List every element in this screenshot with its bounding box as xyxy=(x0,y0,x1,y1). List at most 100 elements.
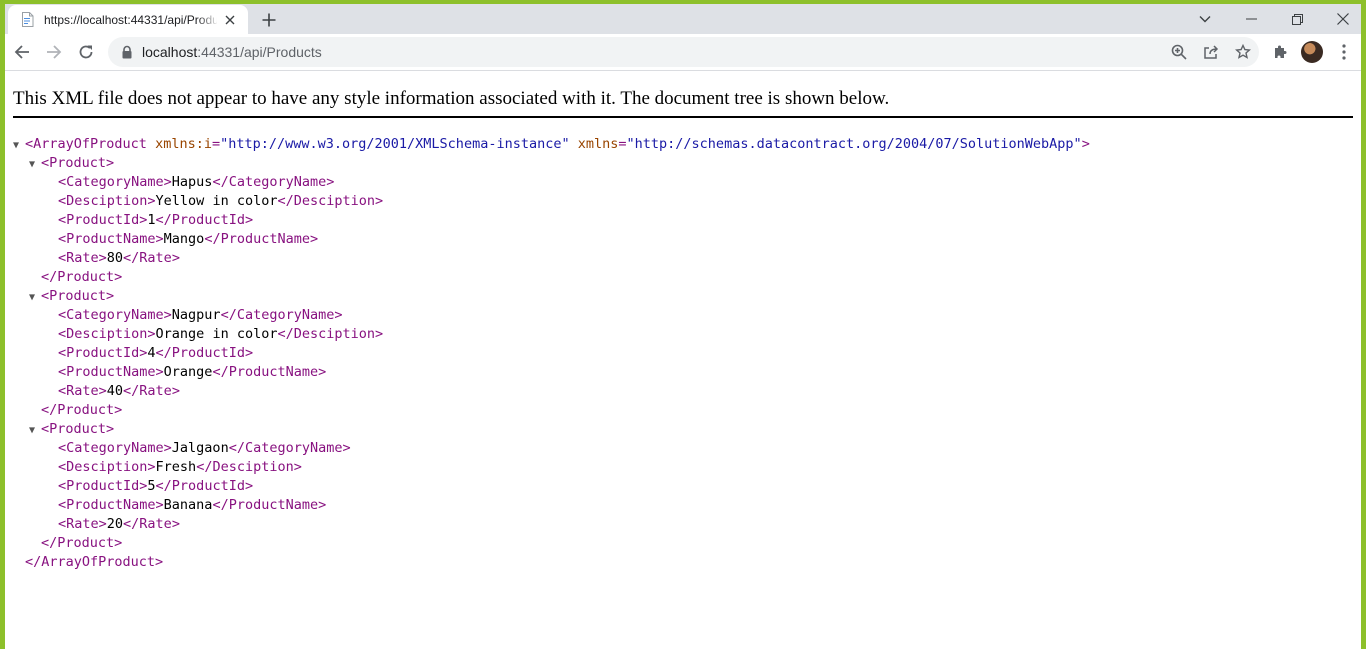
xml-field-open-tag: <Rate> xyxy=(58,516,107,532)
xml-field-line: <ProductId>4</ProductId> xyxy=(13,344,1353,363)
browser-toolbar: localhost:44331/api/Products xyxy=(5,34,1361,71)
lock-icon[interactable] xyxy=(120,45,134,59)
address-url[interactable]: localhost:44331/api/Products xyxy=(142,43,322,61)
collapse-triangle-icon[interactable]: ▼ xyxy=(13,136,25,155)
xml-field-line: <Desciption>Orange in color</Desciption> xyxy=(13,325,1353,344)
tab-strip: https://localhost:44331/api/Products xyxy=(5,4,1361,34)
xml-field-open-tag: <ProductId> xyxy=(58,478,148,494)
xml-field-close-tag: </ProductName> xyxy=(204,231,319,247)
xml-field-open-tag: <Desciption> xyxy=(58,193,156,209)
info-divider xyxy=(13,116,1353,118)
tab-title: https://localhost:44331/api/Products xyxy=(44,13,217,27)
xml-field-close-tag: </Rate> xyxy=(123,383,180,399)
page-content: This XML file does not appear to have an… xyxy=(5,71,1361,649)
collapse-triangle-icon[interactable]: ▼ xyxy=(29,421,41,440)
url-path: /api/Products xyxy=(240,44,322,60)
close-window-icon[interactable] xyxy=(1320,4,1361,34)
xml-field-value: 20 xyxy=(106,516,124,532)
xml-field-close-tag: </CategoryName> xyxy=(220,307,343,323)
xml-field-open-tag: <CategoryName> xyxy=(58,307,172,323)
extensions-puzzle-icon[interactable] xyxy=(1266,38,1294,66)
xml-product-open-line: ▼ <Product> xyxy=(13,287,1353,306)
xml-field-open-tag: <CategoryName> xyxy=(58,174,172,190)
zoom-icon[interactable] xyxy=(1168,41,1190,63)
xml-field-line: <ProductName>Mango</ProductName> xyxy=(13,230,1353,249)
xml-root-close-tag: </ArrayOfProduct> xyxy=(25,554,164,570)
xml-field-value: 80 xyxy=(106,250,124,266)
xml-field-line: <ProductName>Orange</ProductName> xyxy=(13,363,1353,382)
xml-product-close-line: </Product> xyxy=(13,401,1353,420)
xml-product-open-tag: <Product> xyxy=(41,421,115,437)
xml-field-line: <ProductId>1</ProductId> xyxy=(13,211,1353,230)
menu-kebab-icon[interactable] xyxy=(1330,38,1358,66)
xml-field-value: 4 xyxy=(147,345,156,361)
xml-field-value: 5 xyxy=(147,478,156,494)
xml-product-close-line: </Product> xyxy=(13,534,1353,553)
xml-field-value: Nagpur xyxy=(171,307,221,323)
tab-active[interactable]: https://localhost:44331/api/Products xyxy=(8,5,248,34)
collapse-triangle-icon[interactable]: ▼ xyxy=(29,155,41,174)
xml-field-value: Mango xyxy=(163,231,205,247)
xml-field-open-tag: <ProductName> xyxy=(58,497,164,513)
reload-icon[interactable] xyxy=(72,38,100,66)
xml-field-close-tag: </ProductId> xyxy=(155,212,254,228)
xml-attr-name: xmlns:i xyxy=(155,136,212,152)
xml-field-line: <ProductId>5</ProductId> xyxy=(13,477,1353,496)
xml-tree: ▼ <ArrayOfProduct xmlns:i="http://www.w3.… xyxy=(13,135,1353,572)
xml-field-close-tag: </Desciption> xyxy=(277,326,384,342)
xml-field-open-tag: <Rate> xyxy=(58,250,107,266)
back-arrow-icon[interactable] xyxy=(8,38,36,66)
product-list: ▼ <Product> <CategoryName>Hapus</CategoryN… xyxy=(13,154,1353,553)
xml-product-open-tag: <Product> xyxy=(41,155,115,171)
xml-field-value: Fresh xyxy=(155,459,197,475)
xml-product-open-tag: <Product> xyxy=(41,288,115,304)
xml-field-open-tag: <Rate> xyxy=(58,383,107,399)
xml-product-close-tag: </Product> xyxy=(41,269,123,285)
close-tab-icon[interactable] xyxy=(222,12,238,28)
url-port: :44331 xyxy=(197,44,241,60)
tab-search-chevron-down-icon[interactable] xyxy=(1182,4,1228,34)
xml-product-open-line: ▼ <Product> xyxy=(13,420,1353,439)
xml-product-open-line: ▼ <Product> xyxy=(13,154,1353,173)
xml-field-close-tag: </Desciption> xyxy=(196,459,302,475)
bookmark-star-icon[interactable] xyxy=(1232,41,1254,63)
xml-product-close-line: </Product> xyxy=(13,268,1353,287)
forward-arrow-icon[interactable] xyxy=(40,38,68,66)
xml-attr-value: "http://schemas.datacontract.org/2004/07… xyxy=(626,136,1082,152)
xml-product-close-tag: </Product> xyxy=(41,402,123,418)
xml-attr-equals: = xyxy=(618,136,627,152)
xml-field-close-tag: </Rate> xyxy=(123,516,180,532)
share-icon[interactable] xyxy=(1200,41,1222,63)
xml-field-line: <Desciption>Fresh</Desciption> xyxy=(13,458,1353,477)
xml-field-line: <CategoryName>Nagpur</CategoryName> xyxy=(13,306,1353,325)
xml-field-open-tag: <ProductName> xyxy=(58,231,164,247)
xml-field-close-tag: </CategoryName> xyxy=(212,174,335,190)
profile-avatar[interactable] xyxy=(1301,41,1323,63)
xml-field-value: 40 xyxy=(106,383,124,399)
xml-field-close-tag: </ProductId> xyxy=(155,478,254,494)
xml-field-open-tag: <ProductId> xyxy=(58,212,148,228)
url-host: localhost xyxy=(142,44,198,60)
minimize-icon[interactable] xyxy=(1228,4,1274,34)
xml-field-open-tag: <CategoryName> xyxy=(58,440,172,456)
xml-field-value: Orange in color xyxy=(155,326,278,342)
new-tab-icon[interactable] xyxy=(257,8,281,32)
address-bar[interactable]: localhost:44331/api/Products xyxy=(108,37,1259,67)
collapse-triangle-icon[interactable]: ▼ xyxy=(29,288,41,307)
restore-icon[interactable] xyxy=(1274,4,1320,34)
xml-field-close-tag: </CategoryName> xyxy=(228,440,351,456)
document-icon xyxy=(21,12,34,27)
browser-window: https://localhost:44331/api/Products loc… xyxy=(5,4,1361,649)
xml-attr-equals: = xyxy=(211,136,221,152)
xml-field-close-tag: </Desciption> xyxy=(277,193,384,209)
xml-field-value: Yellow in color xyxy=(155,193,278,209)
xml-root-tag: <ArrayOfProduct xyxy=(25,136,147,152)
tab-title-fade xyxy=(197,9,219,31)
xml-field-open-tag: <Desciption> xyxy=(58,326,156,342)
xml-field-open-tag: <ProductName> xyxy=(58,364,164,380)
xml-field-line: <CategoryName>Jalgaon</CategoryName> xyxy=(13,439,1353,458)
xml-info-message: This XML file does not appear to have an… xyxy=(13,88,890,109)
xml-field-line: <Rate>80</Rate> xyxy=(13,249,1353,268)
xml-field-value: Banana xyxy=(163,497,213,513)
xml-field-line: <Rate>20</Rate> xyxy=(13,515,1353,534)
